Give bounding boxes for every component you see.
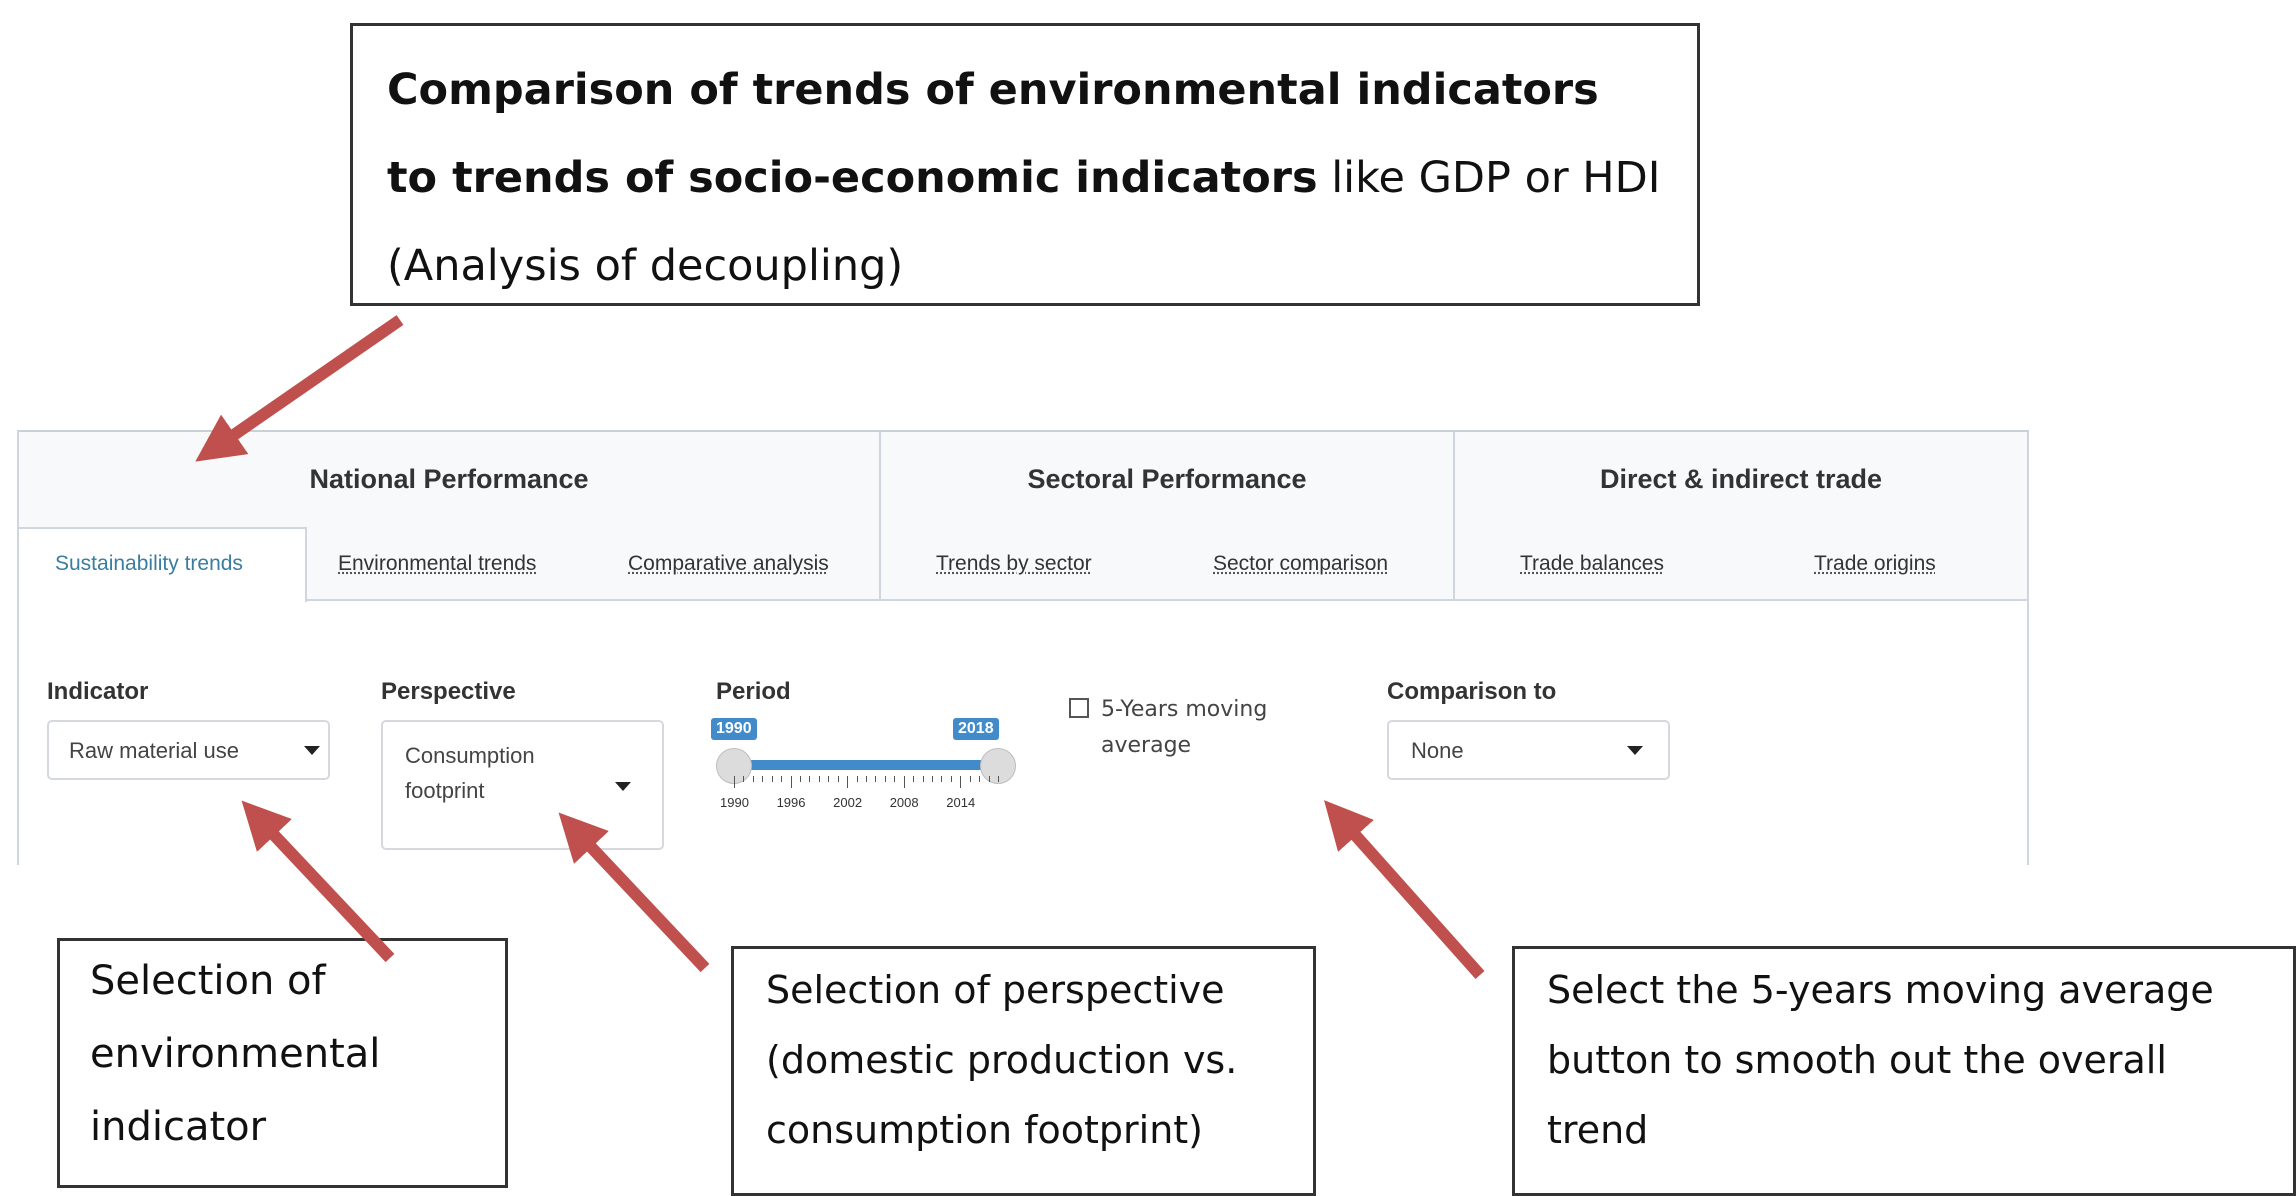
arrow-to-nav	[195, 315, 404, 462]
arrow-to-indicator	[241, 800, 395, 963]
arrow-to-perspective	[558, 812, 710, 973]
arrow-to-moving-average	[1324, 800, 1485, 979]
annotation-arrows	[195, 315, 1485, 979]
